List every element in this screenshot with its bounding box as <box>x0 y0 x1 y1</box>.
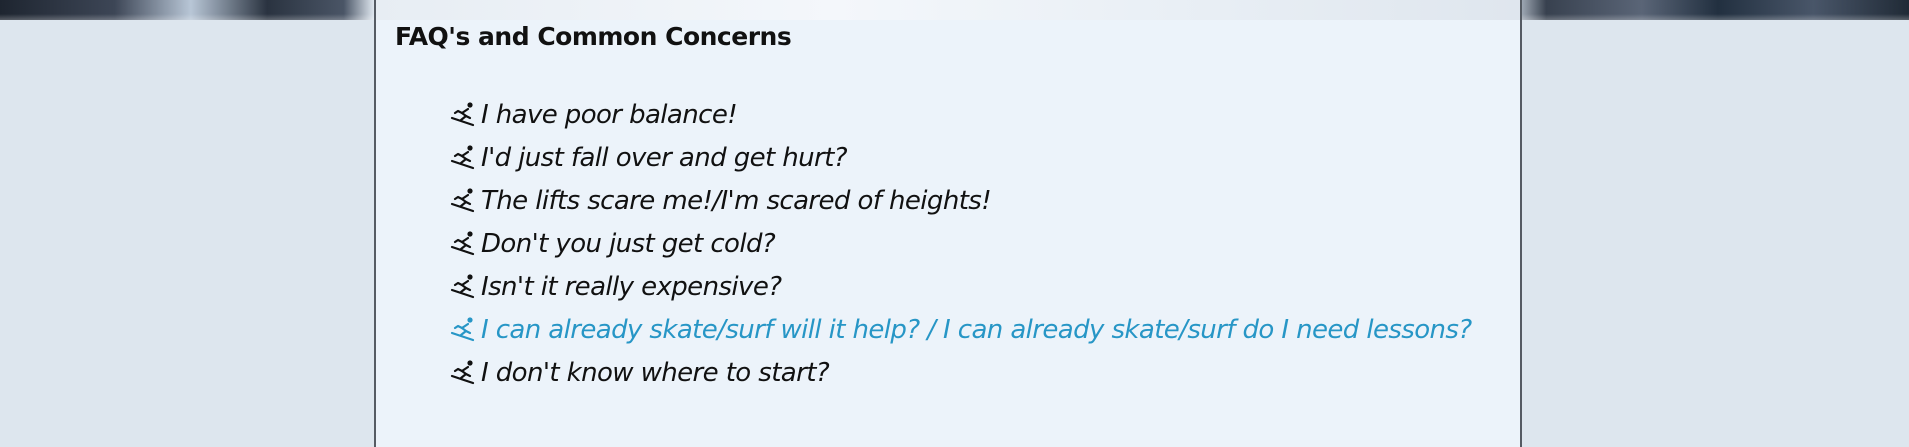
faq-item-text: Isn't it really expensive? <box>481 272 782 302</box>
skier-icon <box>450 187 477 213</box>
faq-item-text: I have poor balance! <box>481 100 738 130</box>
faq-list: I have poor balance! I'd just fall over … <box>450 94 1490 395</box>
skier-icon <box>450 101 477 127</box>
faq-item-poor-balance: I have poor balance! <box>450 94 1490 137</box>
faq-item-text: The lifts scare me!/I'm scared of height… <box>481 186 992 216</box>
faq-item-text: I don't know where to start? <box>481 358 830 388</box>
faq-item-cold: Don't you just get cold? <box>450 223 1490 266</box>
faq-item-text: I'd just fall over and get hurt? <box>481 143 848 173</box>
skier-icon <box>450 359 477 385</box>
skier-icon <box>450 273 477 299</box>
faq-item-expensive: Isn't it really expensive? <box>450 266 1490 309</box>
faq-link-skate-surf[interactable]: I can already skate/surf will it help? /… <box>450 309 1490 352</box>
faq-link-text[interactable]: I can already skate/surf will it help? /… <box>481 315 1472 345</box>
faq-item-where-to-start: I don't know where to start? <box>450 352 1490 395</box>
content-panel: FAQ's and Common Concerns I have poor ba… <box>374 0 1522 447</box>
skier-icon <box>450 316 477 342</box>
skier-icon <box>450 144 477 170</box>
faq-item-text: Don't you just get cold? <box>481 229 776 259</box>
faq-item-fall-over: I'd just fall over and get hurt? <box>450 137 1490 180</box>
page: FAQ's and Common Concerns I have poor ba… <box>0 0 1909 447</box>
banner-snow-image <box>376 0 1520 20</box>
faq-heading: FAQ's and Common Concerns <box>395 22 792 51</box>
skier-icon <box>450 230 477 256</box>
faq-item-lifts-heights: The lifts scare me!/I'm scared of height… <box>450 180 1490 223</box>
